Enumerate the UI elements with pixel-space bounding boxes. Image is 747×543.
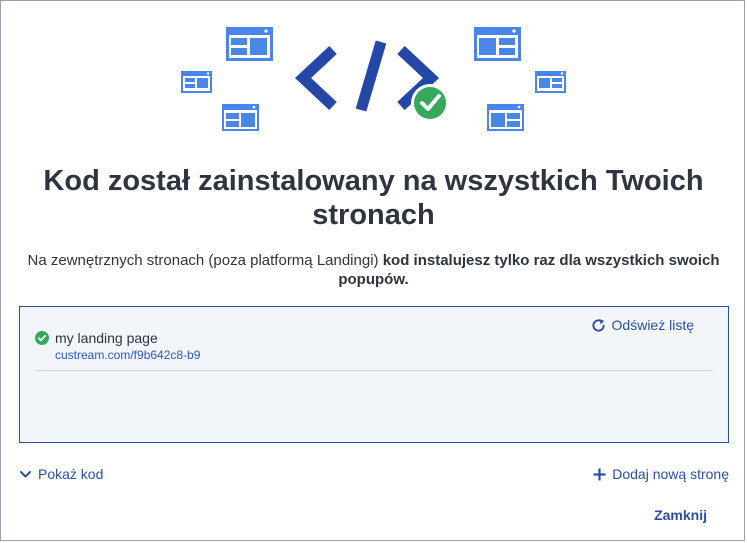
refresh-list-button[interactable]: Odśwież listę xyxy=(591,317,694,333)
code-brackets-with-check-icon xyxy=(295,40,449,122)
check-circle-icon xyxy=(35,331,49,345)
page-url-link[interactable]: custream.com/f9b642c8-b9 xyxy=(55,347,200,363)
window-icon xyxy=(535,71,566,93)
window-icon xyxy=(226,27,273,61)
window-icon xyxy=(181,71,212,93)
dialog-title: Kod został zainstalowany na wszystkich T… xyxy=(43,165,704,231)
add-page-label: Dodaj nową stronę xyxy=(612,466,729,482)
show-code-label: Pokaż kod xyxy=(38,466,104,482)
dialog-subtitle: Na zewnętrznych stronach (poza platformą… xyxy=(20,251,727,289)
add-page-button[interactable]: Dodaj nową stronę xyxy=(593,466,729,482)
window-icon xyxy=(222,104,259,131)
refresh-list-label: Odśwież listę xyxy=(611,317,694,333)
list-divider xyxy=(35,370,713,371)
window-icon xyxy=(487,104,524,131)
hero-illustration xyxy=(0,0,747,160)
subtitle-bold-text: kod instalujesz tylko raz dla wszystkich… xyxy=(338,252,720,288)
subtitle-regular-text: Na zewnętrznych stronach (poza platformą… xyxy=(27,252,383,269)
chevron-down-icon xyxy=(20,470,31,477)
show-code-button[interactable]: Pokaż kod xyxy=(19,466,103,482)
window-icon xyxy=(474,27,521,61)
refresh-icon xyxy=(591,318,605,332)
page-name: my landing page xyxy=(55,330,158,346)
installed-pages-list: my landing page custream.com/f9b642c8-b9… xyxy=(19,306,729,443)
plus-icon xyxy=(593,468,606,480)
close-button[interactable]: Zamknij xyxy=(654,507,707,523)
